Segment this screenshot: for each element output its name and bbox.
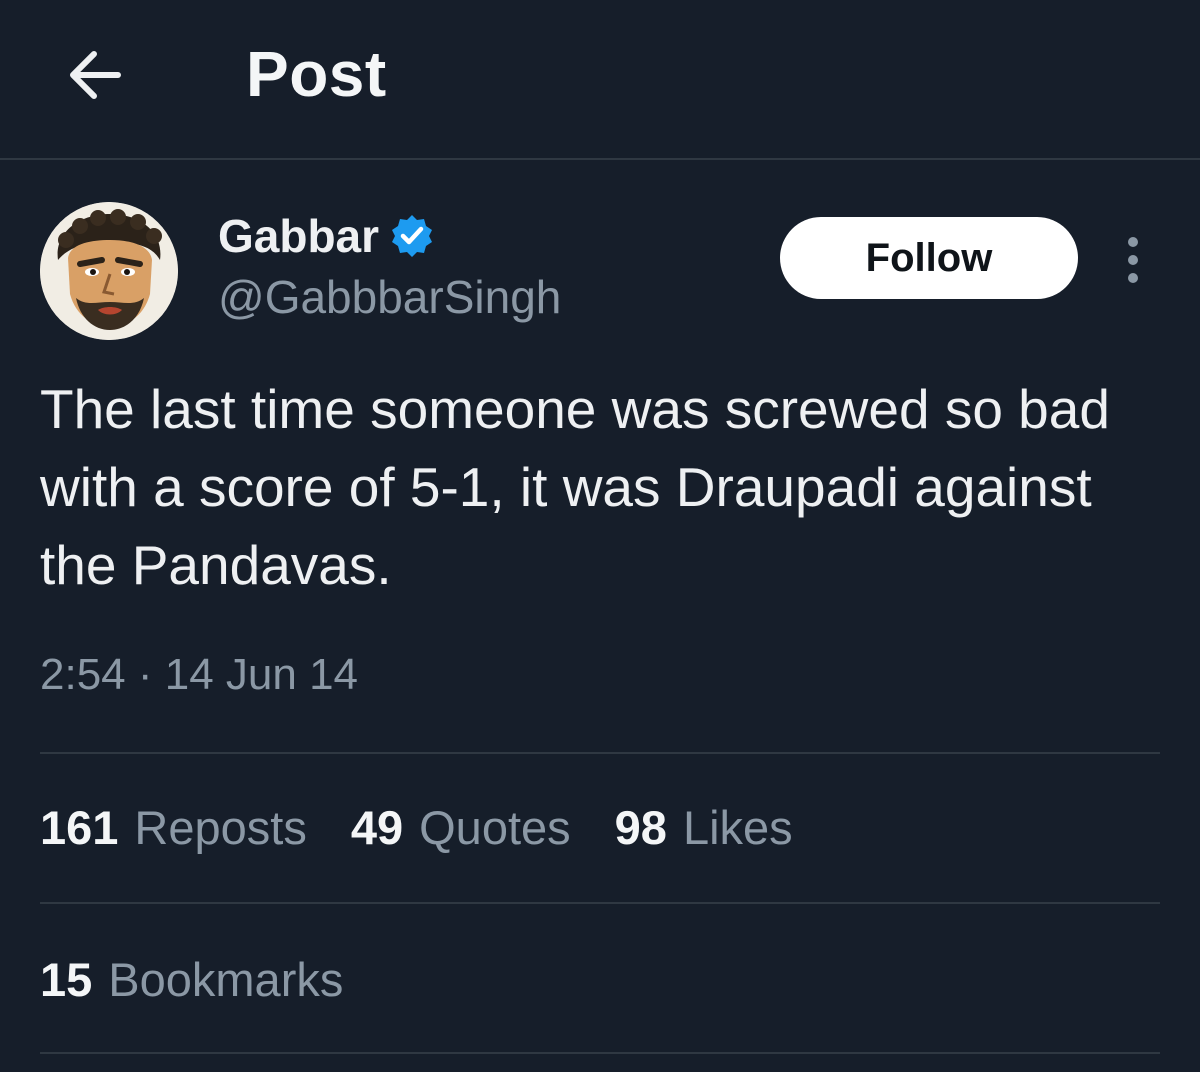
divider bbox=[40, 752, 1160, 754]
author-row: Gabbar @GabbbarSingh Follow bbox=[40, 200, 1160, 350]
quotes-label: Quotes bbox=[419, 801, 571, 854]
divider bbox=[40, 1052, 1160, 1054]
engagement-stats: 161 Reposts 49 Quotes 98 Likes bbox=[40, 800, 837, 855]
post-text: The last time someone was screwed so bad… bbox=[40, 378, 1110, 596]
arrow-left-icon bbox=[70, 51, 121, 99]
page-title: Post bbox=[246, 38, 387, 110]
back-button[interactable] bbox=[60, 40, 130, 110]
bookmarks-label: Bookmarks bbox=[108, 953, 344, 1006]
more-vertical-icon bbox=[1128, 237, 1138, 247]
follow-button[interactable]: Follow bbox=[780, 217, 1078, 299]
reposts-count: 161 bbox=[40, 801, 119, 854]
likes-stat[interactable]: 98 Likes bbox=[615, 800, 793, 855]
display-name-row: Gabbar bbox=[218, 208, 435, 264]
top-bar: Post bbox=[0, 0, 1200, 160]
likes-label: Likes bbox=[682, 801, 793, 854]
user-handle[interactable]: @GabbbarSingh bbox=[218, 270, 561, 324]
display-name[interactable]: Gabbar bbox=[218, 209, 379, 263]
verified-badge-icon bbox=[392, 215, 433, 257]
more-options-button[interactable] bbox=[1108, 230, 1158, 290]
post-timestamp[interactable]: 2:54 · 14 Jun 14 bbox=[40, 650, 358, 700]
quotes-stat[interactable]: 49 Quotes bbox=[351, 800, 571, 855]
quotes-count: 49 bbox=[350, 801, 404, 854]
bookmarks-stat[interactable]: 15 Bookmarks bbox=[40, 952, 387, 1007]
likes-count: 98 bbox=[614, 801, 667, 854]
bookmarks-stat-inner: 15 Bookmarks bbox=[40, 952, 343, 1007]
avatar[interactable] bbox=[40, 202, 178, 340]
reposts-label: Reposts bbox=[134, 801, 307, 854]
divider bbox=[40, 902, 1160, 904]
avatar-illustration bbox=[40, 202, 178, 340]
reposts-stat[interactable]: 161 Reposts bbox=[40, 800, 307, 855]
post-page: Post Gabbar @GabbbarSingh Follow The las… bbox=[0, 0, 1200, 1072]
bookmarks-count: 15 bbox=[40, 953, 93, 1006]
